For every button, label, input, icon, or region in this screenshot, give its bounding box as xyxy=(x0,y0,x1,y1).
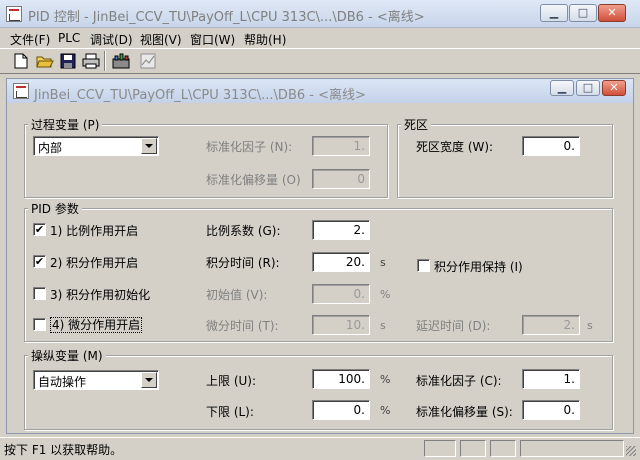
mv-lower-label: 下限 (L): xyxy=(206,405,254,419)
deadband-title: 死区 xyxy=(401,116,432,133)
gain-field[interactable]: 2. xyxy=(312,220,370,240)
pv-norm-factor-field[interactable]: 1. xyxy=(312,136,370,156)
mv-mode-select[interactable]: 自动操作 xyxy=(33,370,159,390)
deadband-width-label: 死区宽度 (W): xyxy=(416,140,494,154)
delay-label: 延迟时间 (D): xyxy=(416,319,491,333)
pv-norm-offset-label: 标准化偏移量 (O) xyxy=(206,173,301,187)
ti-field[interactable]: 20. xyxy=(312,252,370,272)
status-cell xyxy=(424,440,456,457)
status-cell xyxy=(520,440,624,457)
print-icon[interactable] xyxy=(82,52,100,70)
menu-view[interactable]: 视图(V) xyxy=(140,31,182,48)
inner-maximize-button[interactable]: □ xyxy=(576,80,600,96)
resize-grip-icon[interactable] xyxy=(626,446,636,456)
pv-norm-factor-label: 标准化因子 (N): xyxy=(206,140,293,154)
delay-unit: s xyxy=(587,319,593,332)
i-init-value-field[interactable]: 0. xyxy=(312,284,370,304)
app-icon[interactable] xyxy=(6,6,22,22)
manipulated-variable-title: 操纵变量 (M) xyxy=(28,347,106,364)
chevron-down-icon[interactable] xyxy=(141,372,157,388)
new-file-icon[interactable] xyxy=(12,52,30,70)
pv-norm-offset-field[interactable]: 0 xyxy=(312,169,370,189)
window-title: PID 控制 - JinBei_CCV_TU\PayOff_L\CPU 313C… xyxy=(28,10,425,25)
menu-help[interactable]: 帮助(H) xyxy=(244,31,286,48)
mv-lower-unit: % xyxy=(380,404,391,417)
deadband-width-field[interactable]: 0. xyxy=(522,136,580,156)
inner-minimize-button[interactable]: ▁ xyxy=(550,80,574,96)
status-cell xyxy=(490,440,516,457)
mv-norm-factor-label: 标准化因子 (C): xyxy=(416,374,502,388)
d-enable-checkbox[interactable] xyxy=(33,318,46,331)
status-cell xyxy=(460,440,486,457)
td-label: 微分时间 (T): xyxy=(206,319,279,333)
ti-unit: s xyxy=(380,256,386,269)
status-text: 按下 F1 以获取帮助。 xyxy=(4,443,123,457)
mv-norm-offset-label: 标准化偏移量 (S): xyxy=(416,405,513,419)
delay-field[interactable]: 2. xyxy=(522,315,580,335)
menu-file[interactable]: 文件(F) xyxy=(10,31,50,48)
ti-label: 积分时间 (R): xyxy=(206,256,280,270)
maximize-button[interactable]: □ xyxy=(569,4,597,22)
inner-close-button[interactable]: ✕ xyxy=(602,80,626,96)
td-field[interactable]: 10. xyxy=(312,315,370,335)
i-init-unit: % xyxy=(380,288,391,301)
td-unit: s xyxy=(380,319,386,332)
deadband-group xyxy=(397,124,613,198)
menu-plc[interactable]: PLC xyxy=(58,31,80,45)
save-icon[interactable] xyxy=(59,52,77,70)
process-variable-source-value: 内部 xyxy=(38,141,63,155)
checkmark-icon: ✔ xyxy=(34,223,45,236)
d-enable-label-wrap: 4) 微分作用开启 xyxy=(50,316,143,333)
process-variable-title: 过程变量 (P) xyxy=(28,116,103,133)
checkmark-icon: ✔ xyxy=(34,255,45,268)
i-init-checkbox[interactable] xyxy=(33,287,46,300)
close-button[interactable]: ✕ xyxy=(598,4,626,22)
inner-window-icon[interactable] xyxy=(13,83,29,99)
menu-debug[interactable]: 调试(D) xyxy=(90,31,133,48)
p-enable-label[interactable]: 1) 比例作用开启 xyxy=(50,222,138,239)
i-enable-label[interactable]: 2) 积分作用开启 xyxy=(50,254,138,271)
inner-window-title: JinBei_CCV_TU\PayOff_L\CPU 313C\...\DB6 … xyxy=(34,88,366,103)
mv-lower-field[interactable]: 0. xyxy=(312,400,370,420)
mv-norm-offset-field[interactable]: 0. xyxy=(522,400,580,420)
i-init-label[interactable]: 3) 积分作用初始化 xyxy=(50,286,150,303)
mv-norm-factor-field[interactable]: 1. xyxy=(522,369,580,389)
menu-window[interactable]: 窗口(W) xyxy=(190,31,235,48)
minimize-button[interactable]: ▁ xyxy=(540,4,568,22)
mv-mode-value: 自动操作 xyxy=(38,375,87,389)
i-enable-checkbox[interactable]: ✔ xyxy=(33,255,46,268)
toolbar-separator xyxy=(104,51,106,71)
chart-icon[interactable] xyxy=(139,52,157,70)
i-hold-label[interactable]: 积分作用保持 (I) xyxy=(434,258,523,275)
process-variable-source-select[interactable]: 内部 xyxy=(33,136,159,156)
gain-label: 比例系数 (G): xyxy=(206,224,281,238)
mv-upper-field[interactable]: 100. xyxy=(312,369,370,389)
i-hold-checkbox[interactable] xyxy=(417,259,430,272)
p-enable-checkbox[interactable]: ✔ xyxy=(33,223,46,236)
chevron-down-icon[interactable] xyxy=(141,138,157,154)
mv-upper-unit: % xyxy=(380,373,391,386)
pid-parameters-title: PID 参数 xyxy=(28,200,82,217)
plc-download-icon[interactable] xyxy=(112,52,130,70)
i-init-value-label: 初始值 (V): xyxy=(206,288,268,302)
mv-upper-label: 上限 (U): xyxy=(206,374,257,388)
d-enable-label[interactable]: 4) 微分作用开启 xyxy=(50,317,143,333)
open-folder-icon[interactable] xyxy=(36,52,54,70)
